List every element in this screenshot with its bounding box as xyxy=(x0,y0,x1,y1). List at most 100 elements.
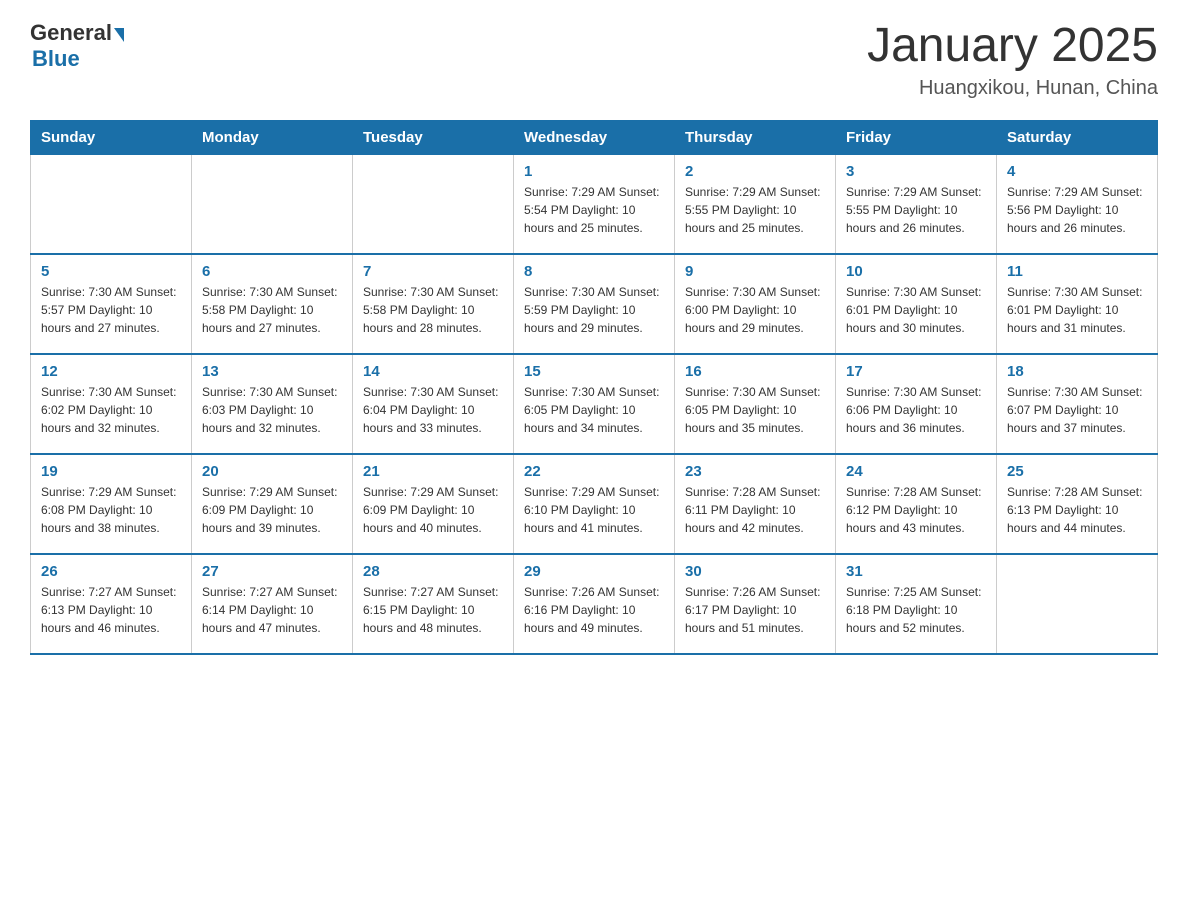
calendar-header-row: SundayMondayTuesdayWednesdayThursdayFrid… xyxy=(31,120,1158,154)
calendar-cell: 7 Sunrise: 7:30 AM Sunset: 5:58 PM Daylig… xyxy=(353,254,514,354)
day-number: 5 xyxy=(41,263,181,280)
day-info: Sunrise: 7:30 AM Sunset: 6:01 PM Dayligh… xyxy=(1007,283,1147,337)
day-number: 31 xyxy=(846,563,986,580)
day-number: 22 xyxy=(524,463,664,480)
column-header-saturday: Saturday xyxy=(997,120,1158,154)
day-number: 12 xyxy=(41,363,181,380)
calendar-cell: 19 Sunrise: 7:29 AM Sunset: 6:08 PM Dayli… xyxy=(31,454,192,554)
day-number: 7 xyxy=(363,263,503,280)
calendar-week-row: 5 Sunrise: 7:30 AM Sunset: 5:57 PM Daylig… xyxy=(31,254,1158,354)
calendar-cell: 17Sunrise: 7:30 AM Sunset: 6:06 PM Dayli… xyxy=(836,354,997,454)
day-number: 16 xyxy=(685,363,825,380)
calendar-table: SundayMondayTuesdayWednesdayThursdayFrid… xyxy=(30,120,1158,656)
calendar-cell: 25Sunrise: 7:28 AM Sunset: 6:13 PM Dayli… xyxy=(997,454,1158,554)
day-number: 8 xyxy=(524,263,664,280)
day-info: Sunrise: 7:29 AM Sunset: 6:09 PM Dayligh… xyxy=(363,483,503,537)
day-number: 1 xyxy=(524,163,664,180)
day-number: 24 xyxy=(846,463,986,480)
day-info: Sunrise: 7:30 AM Sunset: 6:03 PM Dayligh… xyxy=(202,383,342,437)
calendar-cell: 26 Sunrise: 7:27 AM Sunset: 6:13 PM Dayli… xyxy=(31,554,192,654)
calendar-week-row: 19 Sunrise: 7:29 AM Sunset: 6:08 PM Dayli… xyxy=(31,454,1158,554)
calendar-cell: 14 Sunrise: 7:30 AM Sunset: 6:04 PM Dayli… xyxy=(353,354,514,454)
logo-blue-text: Blue xyxy=(32,46,80,72)
day-info: Sunrise: 7:30 AM Sunset: 6:01 PM Dayligh… xyxy=(846,283,986,337)
calendar-cell: 1Sunrise: 7:29 AM Sunset: 5:54 PM Daylig… xyxy=(514,154,675,254)
calendar-cell: 18 Sunrise: 7:30 AM Sunset: 6:07 PM Dayli… xyxy=(997,354,1158,454)
logo-general-text: General xyxy=(30,20,112,46)
day-number: 20 xyxy=(202,463,342,480)
day-number: 23 xyxy=(685,463,825,480)
day-number: 25 xyxy=(1007,463,1147,480)
day-number: 27 xyxy=(202,563,342,580)
day-number: 9 xyxy=(685,263,825,280)
day-info: Sunrise: 7:30 AM Sunset: 6:05 PM Dayligh… xyxy=(524,383,664,437)
page-header: General Blue January 2025 Huangxikou, Hu… xyxy=(30,20,1158,100)
calendar-week-row: 1Sunrise: 7:29 AM Sunset: 5:54 PM Daylig… xyxy=(31,154,1158,254)
day-info: Sunrise: 7:30 AM Sunset: 6:07 PM Dayligh… xyxy=(1007,383,1147,437)
day-info: Sunrise: 7:30 AM Sunset: 5:59 PM Dayligh… xyxy=(524,283,664,337)
day-info: Sunrise: 7:29 AM Sunset: 5:56 PM Dayligh… xyxy=(1007,183,1147,237)
day-number: 15 xyxy=(524,363,664,380)
day-info: Sunrise: 7:29 AM Sunset: 6:09 PM Dayligh… xyxy=(202,483,342,537)
calendar-cell: 22 Sunrise: 7:29 AM Sunset: 6:10 PM Dayli… xyxy=(514,454,675,554)
day-number: 19 xyxy=(41,463,181,480)
column-header-tuesday: Tuesday xyxy=(353,120,514,154)
calendar-cell: 3 Sunrise: 7:29 AM Sunset: 5:55 PM Daylig… xyxy=(836,154,997,254)
logo-arrow-icon xyxy=(114,28,124,42)
day-info: Sunrise: 7:30 AM Sunset: 6:05 PM Dayligh… xyxy=(685,383,825,437)
calendar-week-row: 12 Sunrise: 7:30 AM Sunset: 6:02 PM Dayli… xyxy=(31,354,1158,454)
calendar-cell: 29Sunrise: 7:26 AM Sunset: 6:16 PM Dayli… xyxy=(514,554,675,654)
calendar-cell: 31 Sunrise: 7:25 AM Sunset: 6:18 PM Dayli… xyxy=(836,554,997,654)
calendar-cell: 5 Sunrise: 7:30 AM Sunset: 5:57 PM Daylig… xyxy=(31,254,192,354)
calendar-cell: 9 Sunrise: 7:30 AM Sunset: 6:00 PM Daylig… xyxy=(675,254,836,354)
calendar-cell: 11 Sunrise: 7:30 AM Sunset: 6:01 PM Dayli… xyxy=(997,254,1158,354)
day-info: Sunrise: 7:25 AM Sunset: 6:18 PM Dayligh… xyxy=(846,583,986,637)
calendar-cell: 12 Sunrise: 7:30 AM Sunset: 6:02 PM Dayli… xyxy=(31,354,192,454)
day-info: Sunrise: 7:30 AM Sunset: 6:06 PM Dayligh… xyxy=(846,383,986,437)
calendar-cell: 8 Sunrise: 7:30 AM Sunset: 5:59 PM Daylig… xyxy=(514,254,675,354)
day-info: Sunrise: 7:29 AM Sunset: 5:55 PM Dayligh… xyxy=(685,183,825,237)
calendar-cell: 10Sunrise: 7:30 AM Sunset: 6:01 PM Dayli… xyxy=(836,254,997,354)
calendar-cell: 2Sunrise: 7:29 AM Sunset: 5:55 PM Daylig… xyxy=(675,154,836,254)
calendar-cell xyxy=(997,554,1158,654)
day-number: 26 xyxy=(41,563,181,580)
day-number: 11 xyxy=(1007,263,1147,280)
day-info: Sunrise: 7:30 AM Sunset: 6:00 PM Dayligh… xyxy=(685,283,825,337)
day-number: 4 xyxy=(1007,163,1147,180)
calendar-cell: 24 Sunrise: 7:28 AM Sunset: 6:12 PM Dayli… xyxy=(836,454,997,554)
day-number: 18 xyxy=(1007,363,1147,380)
calendar-cell: 27 Sunrise: 7:27 AM Sunset: 6:14 PM Dayli… xyxy=(192,554,353,654)
day-info: Sunrise: 7:30 AM Sunset: 6:02 PM Dayligh… xyxy=(41,383,181,437)
day-info: Sunrise: 7:30 AM Sunset: 5:57 PM Dayligh… xyxy=(41,283,181,337)
day-info: Sunrise: 7:29 AM Sunset: 6:08 PM Dayligh… xyxy=(41,483,181,537)
day-number: 3 xyxy=(846,163,986,180)
calendar-cell: 16 Sunrise: 7:30 AM Sunset: 6:05 PM Dayli… xyxy=(675,354,836,454)
calendar-cell: 20 Sunrise: 7:29 AM Sunset: 6:09 PM Dayli… xyxy=(192,454,353,554)
calendar-title: January 2025 xyxy=(867,20,1158,73)
day-info: Sunrise: 7:30 AM Sunset: 5:58 PM Dayligh… xyxy=(202,283,342,337)
calendar-cell: 4 Sunrise: 7:29 AM Sunset: 5:56 PM Daylig… xyxy=(997,154,1158,254)
day-number: 21 xyxy=(363,463,503,480)
calendar-week-row: 26 Sunrise: 7:27 AM Sunset: 6:13 PM Dayli… xyxy=(31,554,1158,654)
day-info: Sunrise: 7:27 AM Sunset: 6:14 PM Dayligh… xyxy=(202,583,342,637)
day-info: Sunrise: 7:29 AM Sunset: 5:55 PM Dayligh… xyxy=(846,183,986,237)
calendar-cell: 21 Sunrise: 7:29 AM Sunset: 6:09 PM Dayli… xyxy=(353,454,514,554)
calendar-cell: 30 Sunrise: 7:26 AM Sunset: 6:17 PM Dayli… xyxy=(675,554,836,654)
day-number: 14 xyxy=(363,363,503,380)
day-number: 30 xyxy=(685,563,825,580)
day-number: 28 xyxy=(363,563,503,580)
day-info: Sunrise: 7:30 AM Sunset: 6:04 PM Dayligh… xyxy=(363,383,503,437)
day-info: Sunrise: 7:26 AM Sunset: 6:17 PM Dayligh… xyxy=(685,583,825,637)
day-number: 6 xyxy=(202,263,342,280)
calendar-cell: 23Sunrise: 7:28 AM Sunset: 6:11 PM Dayli… xyxy=(675,454,836,554)
day-info: Sunrise: 7:26 AM Sunset: 6:16 PM Dayligh… xyxy=(524,583,664,637)
column-header-wednesday: Wednesday xyxy=(514,120,675,154)
calendar-cell: 15 Sunrise: 7:30 AM Sunset: 6:05 PM Dayli… xyxy=(514,354,675,454)
calendar-cell: 6 Sunrise: 7:30 AM Sunset: 5:58 PM Daylig… xyxy=(192,254,353,354)
calendar-cell: 28Sunrise: 7:27 AM Sunset: 6:15 PM Dayli… xyxy=(353,554,514,654)
day-info: Sunrise: 7:30 AM Sunset: 5:58 PM Dayligh… xyxy=(363,283,503,337)
day-info: Sunrise: 7:29 AM Sunset: 6:10 PM Dayligh… xyxy=(524,483,664,537)
day-info: Sunrise: 7:28 AM Sunset: 6:12 PM Dayligh… xyxy=(846,483,986,537)
day-info: Sunrise: 7:27 AM Sunset: 6:13 PM Dayligh… xyxy=(41,583,181,637)
calendar-cell xyxy=(31,154,192,254)
